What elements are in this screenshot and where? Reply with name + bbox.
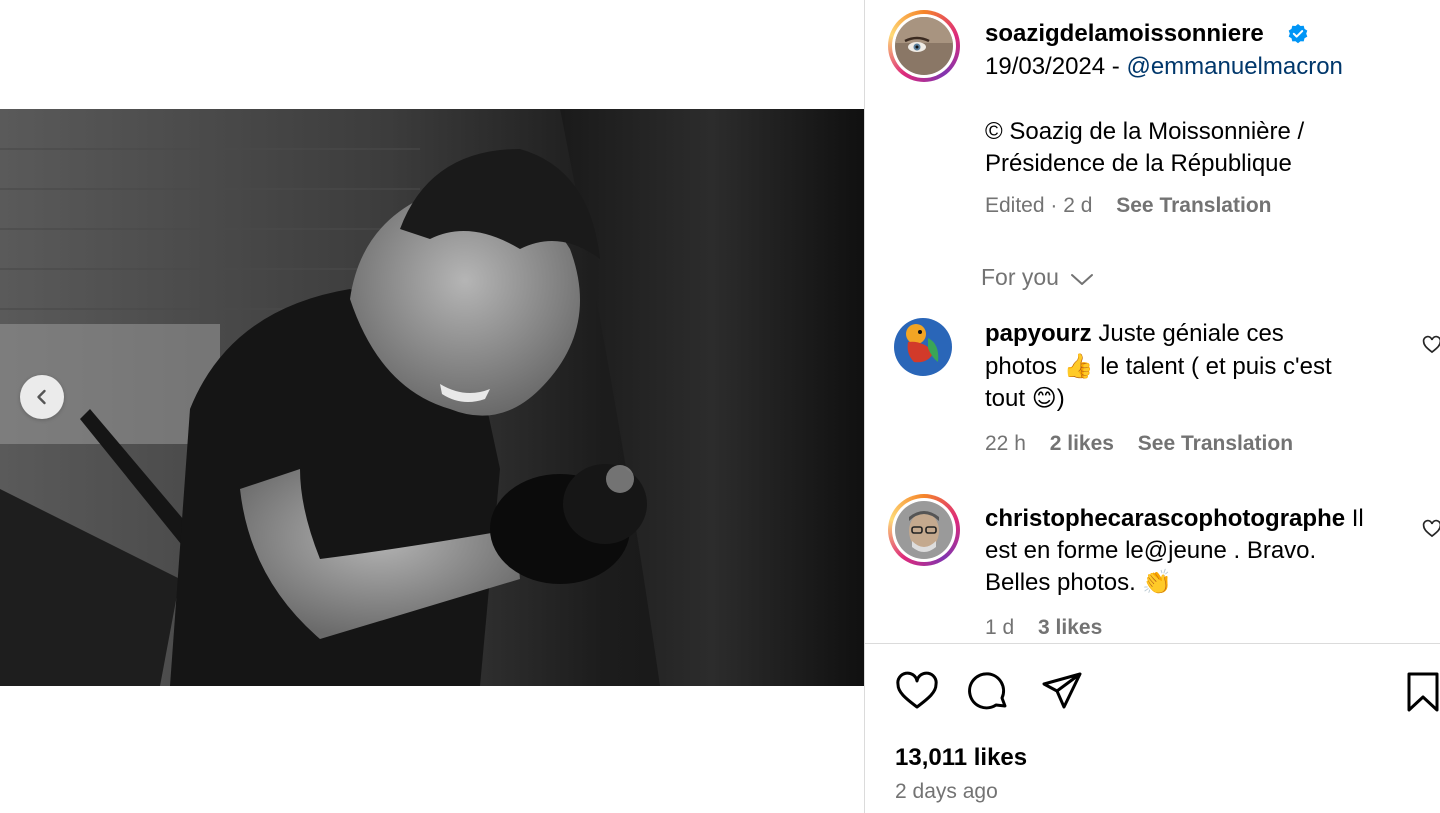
comment-line: christophecarascophotographe Il — [985, 503, 1364, 535]
comment-avatar-image — [895, 501, 953, 559]
chevron-left-icon — [37, 389, 46, 405]
comment-author[interactable]: papyourz — [985, 320, 1092, 347]
comment-see-translation-link[interactable]: See Translation — [1138, 432, 1293, 455]
for-you-toggle[interactable]: For you — [981, 261, 1095, 293]
comment-like-heart-icon[interactable] — [1422, 335, 1440, 355]
author-username-text[interactable]: soazigdelamoissonniere — [985, 20, 1264, 47]
media-pane — [0, 0, 864, 813]
caption-credit-line2: Présidence de la République — [985, 150, 1292, 177]
post-photo-image — [0, 109, 864, 686]
comment-text: Juste géniale ces — [1098, 320, 1284, 347]
caption-credit-line1: © Soazig de la Moissonnière / — [985, 118, 1305, 145]
caption-date: 19/03/2024 - — [985, 53, 1120, 80]
comment-text-line2: photos 👍 le talent ( et puis c'est — [985, 353, 1332, 380]
comment-time: 22 h — [985, 432, 1026, 455]
heart-icon[interactable] — [895, 670, 939, 714]
comment-bubble-icon[interactable] — [967, 670, 1011, 714]
comment-author[interactable]: christophecarascophotographe — [985, 505, 1345, 532]
comment-likes-link[interactable]: 3 likes — [1038, 616, 1102, 639]
mention-link[interactable]: @emmanuelmacron — [1126, 53, 1342, 80]
post-side-panel: soazigdelamoissonniere 19/03/2024 - @emm… — [865, 0, 1440, 813]
comment-text: Il — [1351, 505, 1364, 532]
post-timestamp: 2 days ago — [895, 780, 998, 803]
comment-line: papyourz Juste géniale ces — [985, 318, 1284, 350]
bookmark-icon[interactable] — [1401, 670, 1440, 714]
caption-see-translation-link[interactable]: See Translation — [1116, 194, 1271, 217]
author-username[interactable]: soazigdelamoissonniere — [985, 18, 1264, 50]
comment-like-heart-icon[interactable] — [1422, 519, 1440, 539]
verified-badge-icon — [1288, 24, 1308, 44]
comment-text-line3: Belles photos. 👏 — [985, 569, 1173, 596]
comment-avatar-image — [894, 318, 952, 376]
chevron-down-icon — [1071, 273, 1094, 285]
comment-text-line2: est en forme le@jeune . Bravo. — [985, 537, 1317, 564]
carousel-prev-button[interactable] — [20, 375, 64, 419]
comment-meta: 22 h 2 likes See Translation — [985, 430, 1311, 458]
post-likes-count[interactable]: 13,011 likes — [895, 742, 1027, 774]
author-avatar-image — [895, 17, 953, 75]
post-photo[interactable] — [0, 109, 864, 686]
comment-avatar[interactable] — [888, 494, 960, 566]
caption-edited-time: Edited · 2 d — [985, 194, 1093, 217]
caption-meta: Edited · 2 d See Translation — [985, 192, 1289, 220]
comment-likes-link[interactable]: 2 likes — [1050, 432, 1114, 455]
post-action-bar — [865, 670, 1440, 714]
for-you-label: For you — [981, 264, 1059, 290]
caption-date-line: 19/03/2024 - @emmanuelmacron — [985, 51, 1343, 83]
comment-avatar[interactable] — [894, 318, 952, 376]
comment-time: 1 d — [985, 616, 1015, 639]
comment-text-line3: tout 😊) — [985, 385, 1065, 412]
comment-meta: 1 d 3 likes — [985, 614, 1120, 642]
author-avatar[interactable] — [888, 10, 960, 82]
paper-plane-icon[interactable] — [1040, 670, 1084, 714]
